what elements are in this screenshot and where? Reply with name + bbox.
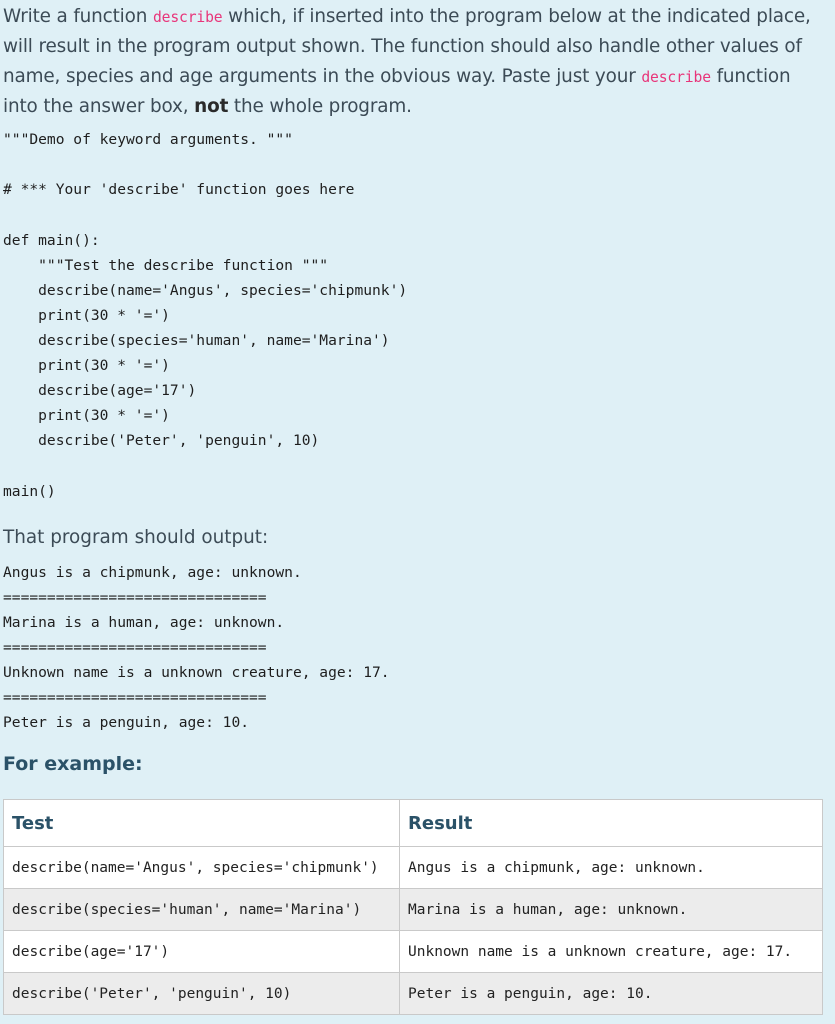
- question-text-part: Write a function: [3, 6, 153, 27]
- expected-output-block: Angus is a chipmunk, age: unknown. =====…: [3, 563, 390, 732]
- table-row: describe(name='Angus', species='chipmunk…: [3, 846, 823, 889]
- question-text: Write a function describe which, if inse…: [3, 2, 823, 121]
- header-test: Test: [3, 799, 400, 847]
- example-heading: For example:: [3, 753, 143, 776]
- test-cell: describe(age='17'): [3, 930, 400, 973]
- header-result: Result: [399, 799, 823, 847]
- question-container: Write a function describe which, if inse…: [3, 2, 823, 775]
- output-heading: That program should output:: [3, 526, 269, 548]
- emphasis-not: not: [194, 95, 229, 117]
- result-cell: Marina is a human, age: unknown.: [399, 888, 823, 931]
- program-code-block: """Demo of keyword arguments. """ # *** …: [3, 131, 408, 500]
- result-cell: Peter is a penguin, age: 10.: [399, 972, 823, 1015]
- table-row: describe('Peter', 'penguin', 10) Peter i…: [3, 972, 823, 1015]
- table-row: describe(species='human', name='Marina')…: [3, 888, 823, 931]
- inline-code-describe: describe: [152, 9, 223, 26]
- question-text-part: the whole program.: [228, 95, 412, 117]
- table-header-row: Test Result: [3, 799, 823, 847]
- test-cell: describe(name='Angus', species='chipmunk…: [3, 846, 400, 889]
- test-cell: describe('Peter', 'penguin', 10): [3, 972, 400, 1015]
- test-cell: describe(species='human', name='Marina'): [3, 888, 400, 931]
- result-cell: Angus is a chipmunk, age: unknown.: [399, 846, 823, 889]
- inline-code-describe: describe: [641, 68, 711, 86]
- table-row: describe(age='17') Unknown name is a unk…: [3, 930, 823, 973]
- example-table: Test Result describe(name='Angus', speci…: [3, 799, 823, 1015]
- result-cell: Unknown name is a unknown creature, age:…: [399, 930, 823, 973]
